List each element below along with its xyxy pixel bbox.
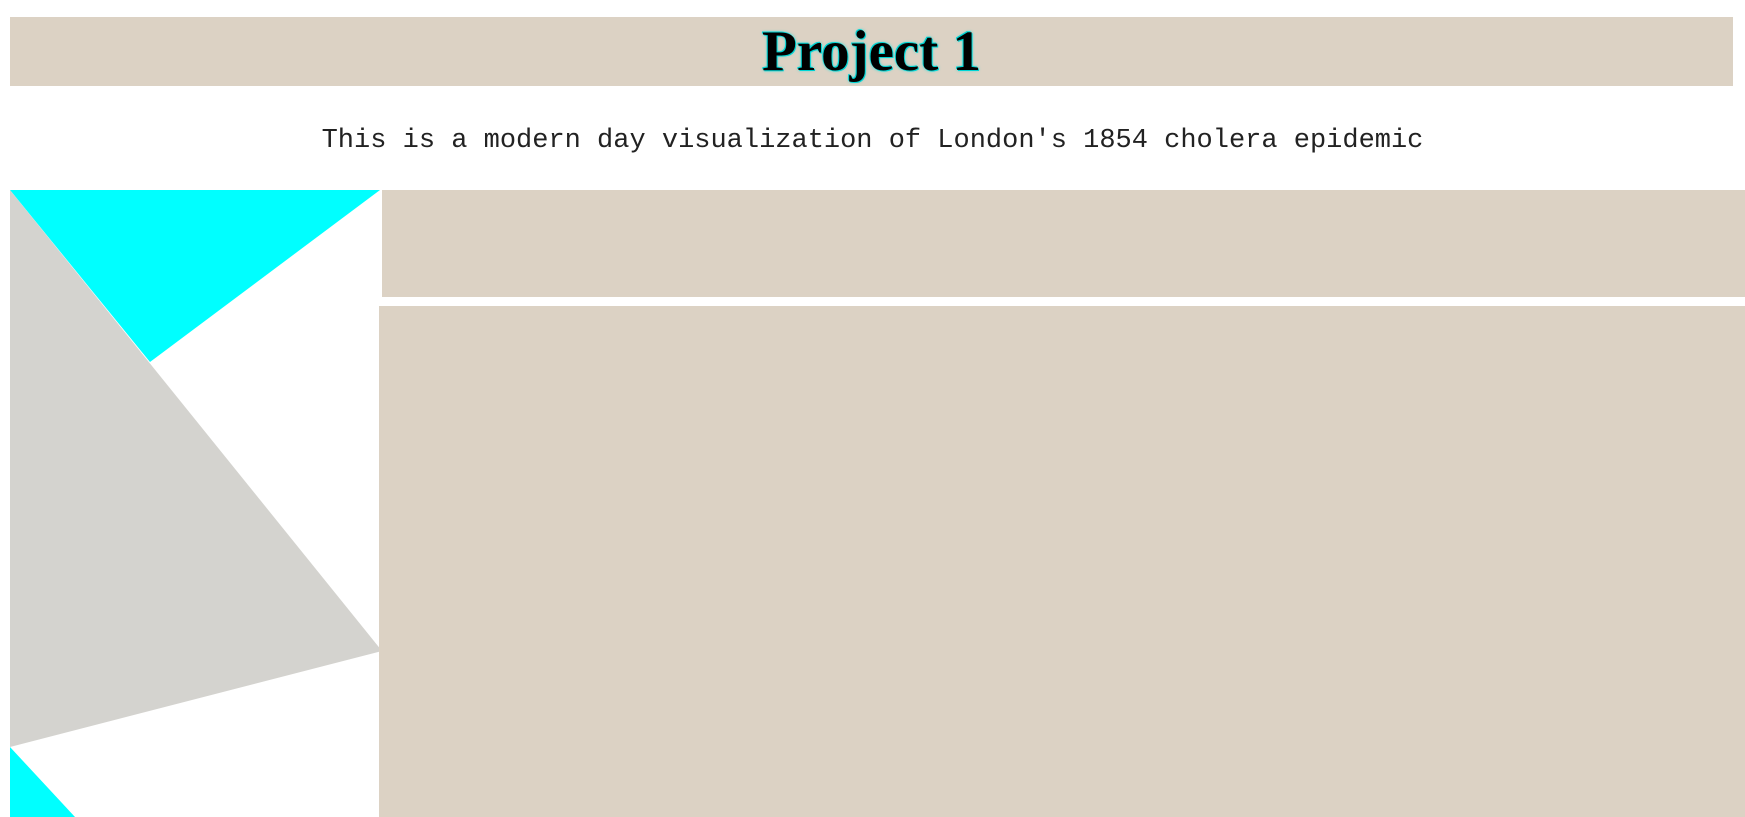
top-content-panel: [382, 190, 1745, 297]
cyan-bottom-triangle: [10, 747, 75, 817]
decorative-shapes-svg: [10, 190, 382, 817]
title-bar: Project 1: [10, 17, 1733, 86]
page-subtitle: This is a modern day visualization of Lo…: [321, 126, 1424, 156]
decorative-shapes-panel: [10, 190, 382, 817]
main-content-panel: [379, 306, 1745, 817]
page-title: Project 1: [762, 20, 981, 83]
